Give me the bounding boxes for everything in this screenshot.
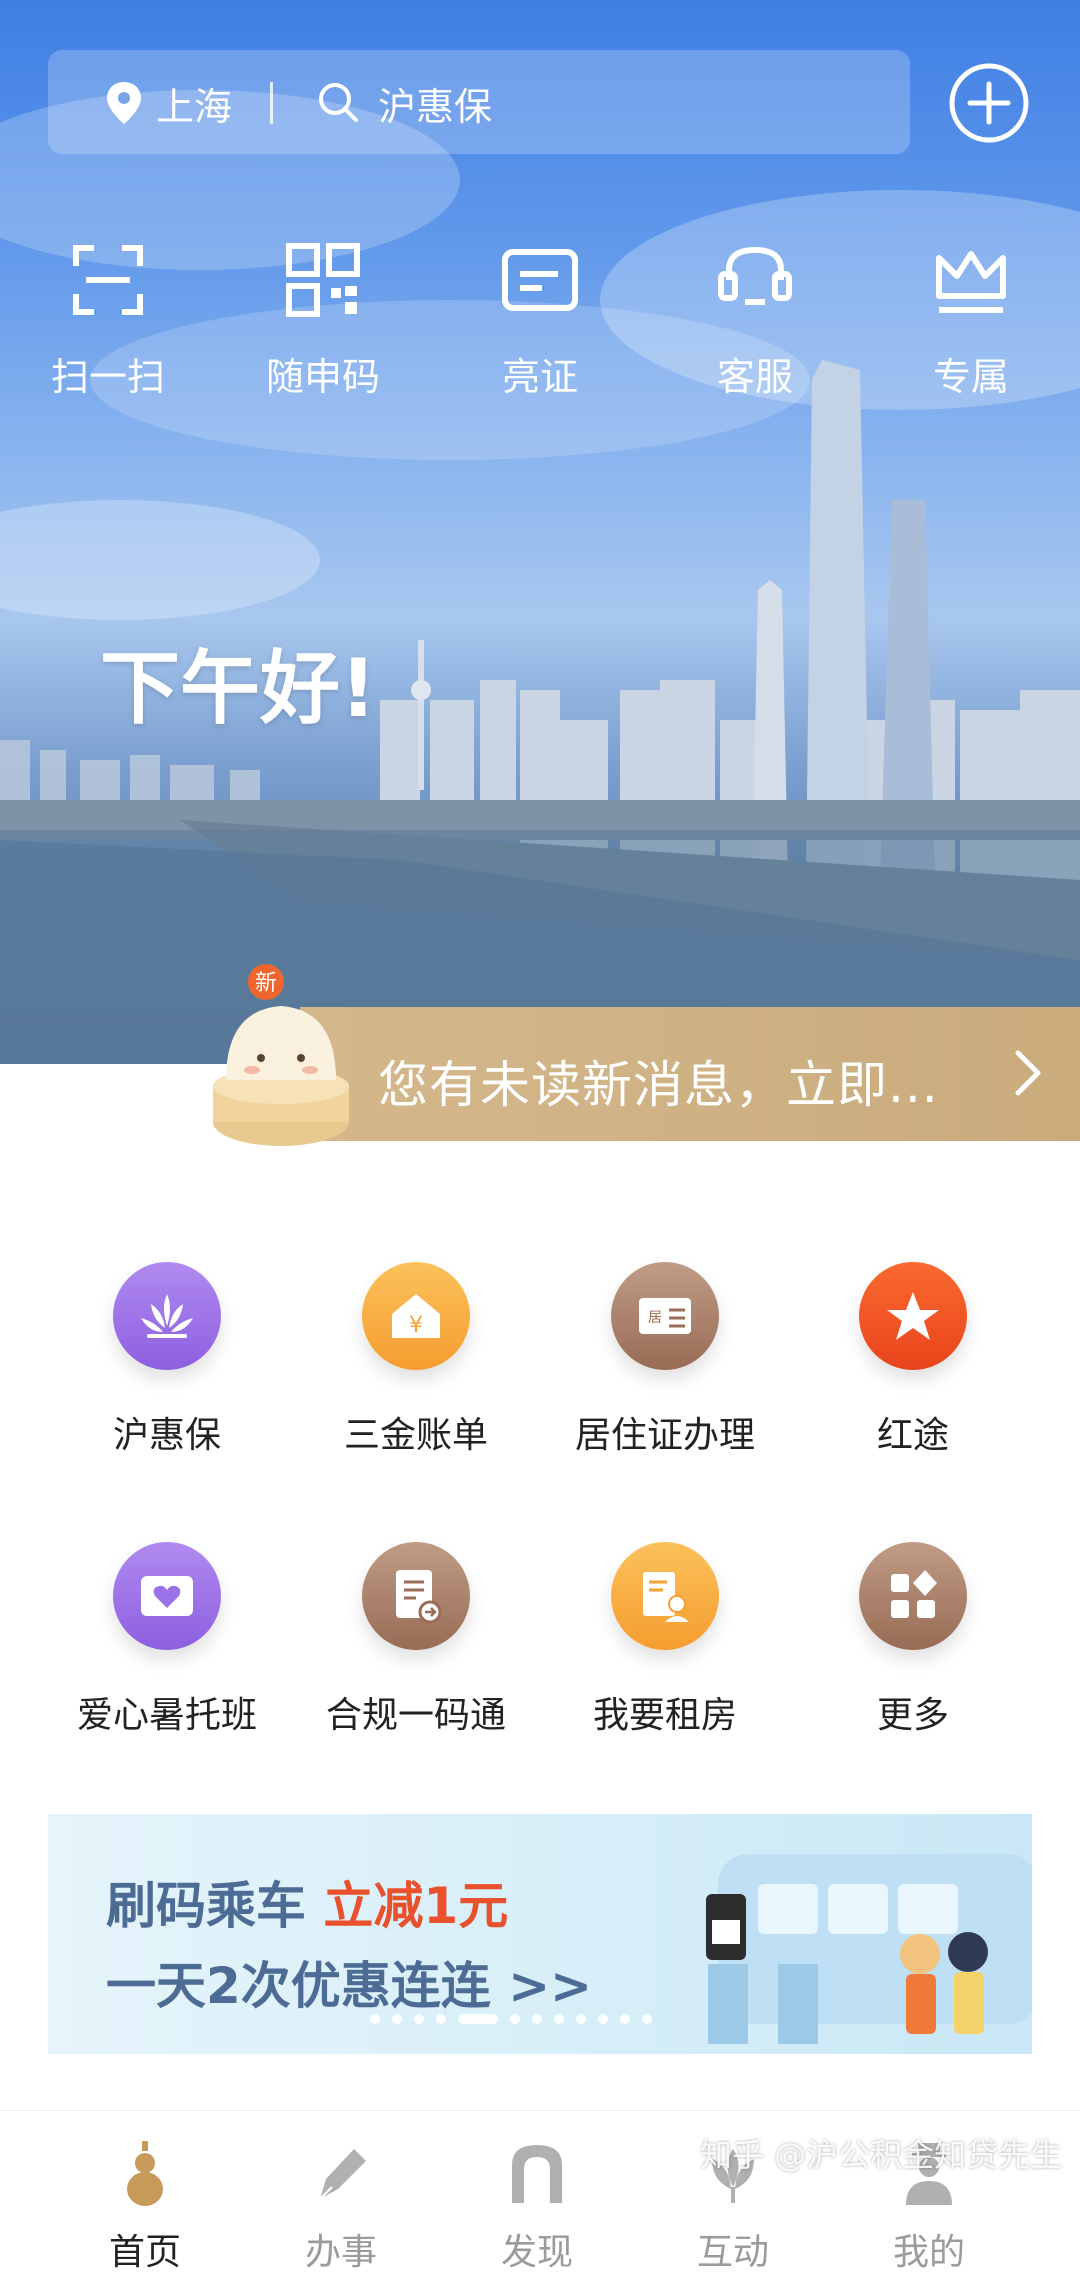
service-residence[interactable]: 居 居住证办理 (550, 1262, 780, 1458)
gourd-icon (127, 2141, 163, 2206)
service-label: 爱心暑托班 (76, 1695, 257, 1736)
quick-action-id[interactable]: 亮证 (465, 240, 615, 401)
tab-label: 互动 (696, 2232, 769, 2273)
service-label: 我要租房 (592, 1695, 737, 1736)
service-icon-circle (611, 1542, 719, 1650)
city-skyline-image (0, 90, 1080, 1064)
search-input[interactable]: 沪惠保 (378, 76, 492, 131)
quick-action-label: 客服 (716, 355, 793, 399)
qr-code-icon (286, 243, 360, 317)
service-icon-circle (113, 1262, 221, 1370)
banner-title: 刷码乘车 立减1元 (106, 1866, 508, 1938)
carousel-dot (554, 2014, 564, 2024)
service-compliance[interactable]: 合规一码通 (301, 1542, 531, 1738)
service-summer-care[interactable]: 爱心暑托班 (52, 1542, 282, 1738)
search-icon (319, 83, 358, 122)
svg-text:居: 居 (648, 1310, 662, 1326)
carousel-dot-active (458, 2014, 498, 2024)
service-icon-circle (362, 1542, 470, 1650)
chevron-right-icon (1015, 1050, 1041, 1096)
service-icon-circle (859, 1542, 967, 1650)
quick-action-qr[interactable]: 随申码 (248, 240, 398, 401)
location-pin-icon (107, 82, 141, 124)
new-badge: 新 (255, 971, 277, 996)
service-sanjin[interactable]: ¥ 三金账单 (301, 1262, 531, 1458)
tab-label: 办事 (304, 2232, 377, 2273)
scan-icon (73, 245, 143, 315)
crown-icon (936, 251, 1006, 313)
service-icon-circle: ¥ (362, 1262, 470, 1370)
greeting-text: 下午好! (100, 642, 377, 735)
carousel-dot (392, 2014, 402, 2024)
service-huihuibao[interactable]: 沪惠保 (52, 1262, 282, 1458)
tab-home[interactable]: 首页 (70, 2139, 220, 2275)
grid-more-icon (891, 1570, 937, 1618)
quick-action-exclusive[interactable]: 专属 (896, 240, 1046, 401)
tab-label: 首页 (108, 2232, 181, 2273)
headset-icon (718, 246, 792, 305)
house-yen-icon: ¥ (392, 1294, 440, 1338)
service-label: 三金账单 (343, 1415, 488, 1456)
tab-discover[interactable]: 发现 (462, 2139, 612, 2275)
service-icon-circle (113, 1542, 221, 1650)
quick-action-label: 专属 (932, 355, 1009, 399)
service-label: 更多 (876, 1695, 949, 1736)
rent-house-icon (643, 1572, 689, 1622)
tab-services[interactable]: 办事 (266, 2139, 416, 2275)
service-label: 沪惠保 (112, 1415, 221, 1456)
service-label: 红途 (876, 1415, 949, 1456)
quick-action-label: 亮证 (501, 355, 578, 399)
message-notice[interactable]: 您有未读新消息，立即... (300, 1007, 1080, 1141)
service-rent[interactable]: 我要租房 (550, 1542, 780, 1738)
quick-action-scan[interactable]: 扫一扫 (33, 240, 183, 401)
quick-action-label: 随申码 (265, 355, 380, 399)
document-arrow-icon (396, 1570, 442, 1624)
carousel-dot (414, 2014, 424, 2024)
service-more[interactable]: 更多 (798, 1542, 1028, 1738)
hero-banner: 上海 沪惠保 扫一扫 随申码 亮证 客服 专属 下午好! (0, 0, 1080, 1064)
tab-label: 我的 (892, 2232, 965, 2273)
heart-card-icon (141, 1576, 193, 1616)
separator (270, 82, 273, 124)
carousel-dot (436, 2014, 446, 2024)
service-label: 合规一码通 (325, 1695, 506, 1736)
carousel-dot (510, 2014, 520, 2024)
carousel-dot (576, 2014, 586, 2024)
mascot-bun-icon: 新 (213, 964, 349, 1146)
carousel-dot (598, 2014, 608, 2024)
id-card-icon (502, 249, 578, 311)
service-label: 居住证办理 (574, 1415, 755, 1456)
lotus-icon (141, 1294, 193, 1338)
carousel-dot (620, 2014, 630, 2024)
notice-text: 您有未读新消息，立即... (378, 1056, 939, 1114)
search-bar[interactable]: 上海 沪惠保 (48, 50, 910, 154)
arch-icon (512, 2145, 562, 2203)
carousel-dot (370, 2014, 380, 2024)
residence-card-icon: 居 (639, 1298, 691, 1334)
tab-label: 发现 (500, 2232, 573, 2273)
service-icon-circle: 居 (611, 1262, 719, 1370)
watermark-text: 知乎 @沪公积金知贷先生 (700, 2136, 1063, 2174)
quick-action-label: 扫一扫 (50, 355, 165, 399)
service-icon-circle (859, 1262, 967, 1370)
carousel-dot (642, 2014, 652, 2024)
quick-action-service[interactable]: 客服 (680, 240, 830, 401)
service-hongtu[interactable]: 红途 (798, 1262, 1028, 1458)
pen-icon (319, 2149, 366, 2200)
banner-highlight: 立减1元 (323, 1877, 509, 1935)
banner-title-text: 刷码乘车 (106, 1877, 324, 1935)
carousel-dot (532, 2014, 542, 2024)
svg-text:¥: ¥ (409, 1313, 423, 1338)
banner-subtitle: 一天2次优惠连连 >> (106, 1957, 592, 2015)
red-star-icon (887, 1292, 939, 1340)
location-label[interactable]: 上海 (156, 76, 232, 131)
bus-illustration (706, 1854, 1032, 2044)
add-icon[interactable] (948, 62, 1030, 144)
promo-banner[interactable]: 刷码乘车 立减1元 一天2次优惠连连 >> (48, 1814, 1032, 2054)
